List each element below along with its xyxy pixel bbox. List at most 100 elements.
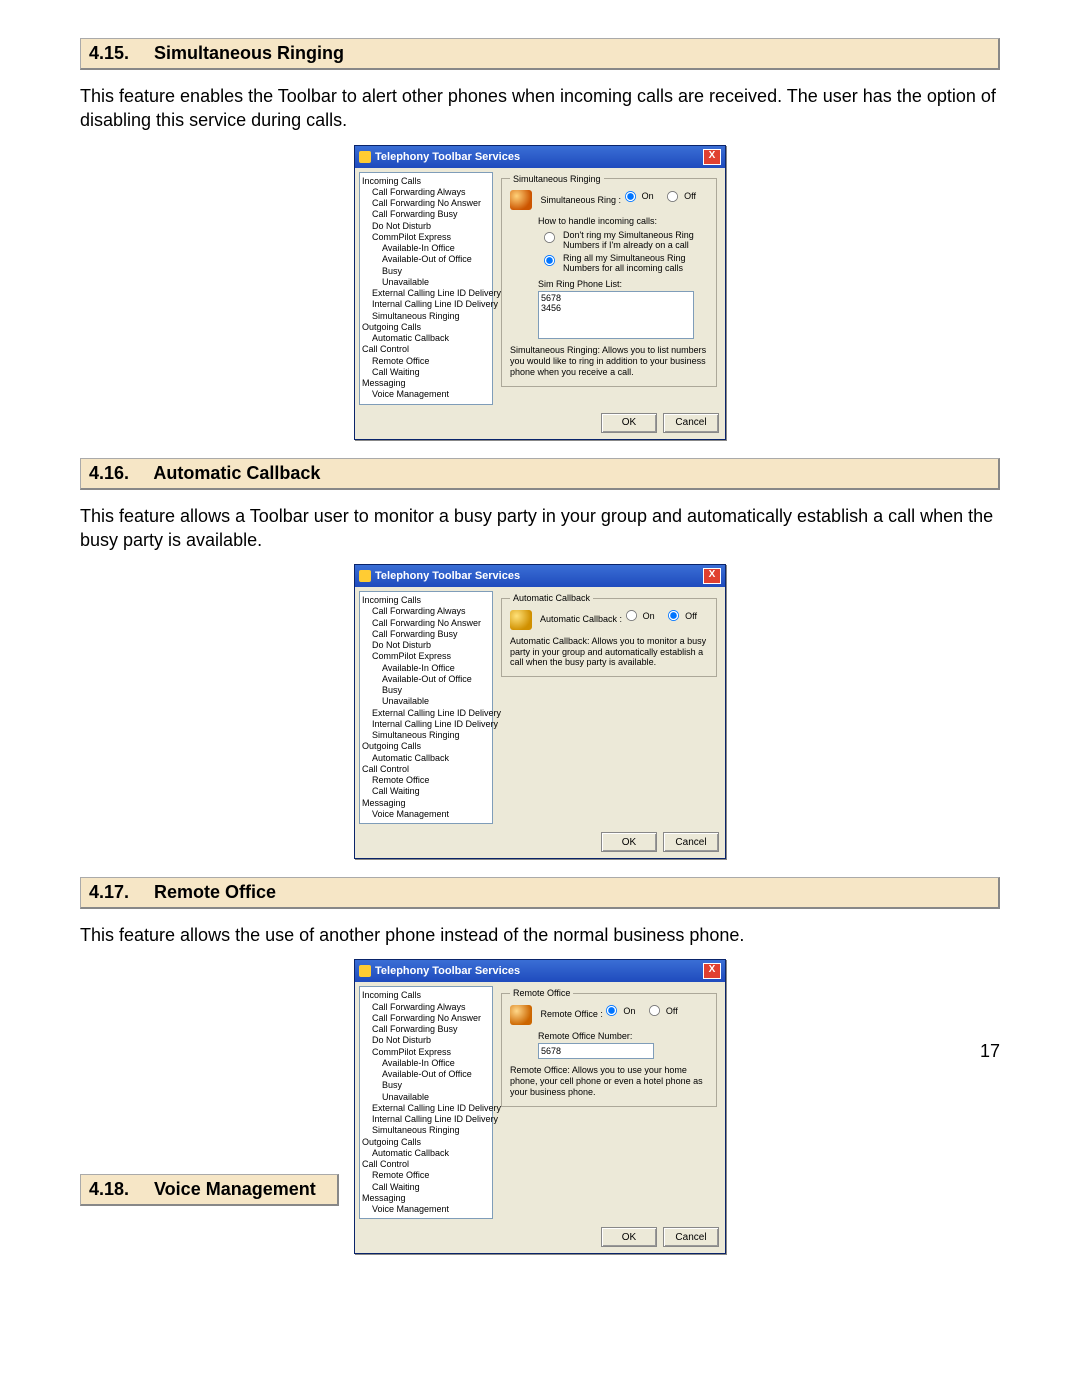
ok-button[interactable]: OK xyxy=(601,1227,657,1247)
ac-description: Automatic Callback: Allows you to monito… xyxy=(510,636,708,668)
tree-item[interactable]: Messaging xyxy=(362,378,490,389)
group-simultaneous-ringing: Simultaneous Ringing Simultaneous Ring :… xyxy=(501,174,717,387)
sr-on-radio[interactable] xyxy=(625,191,636,202)
cancel-button[interactable]: Cancel xyxy=(663,413,719,433)
tree-item[interactable]: Call Forwarding No Answer xyxy=(362,618,490,629)
tree-item[interactable]: Automatic Callback xyxy=(362,333,490,344)
tree-item[interactable]: Call Waiting xyxy=(362,367,490,378)
tree-item[interactable]: Call Forwarding No Answer xyxy=(362,198,490,209)
tree-item[interactable]: Messaging xyxy=(362,1193,490,1204)
tree-item[interactable]: Call Control xyxy=(362,764,490,775)
tree-item[interactable]: Call Forwarding Always xyxy=(362,606,490,617)
tree-item[interactable]: Do Not Disturb xyxy=(362,221,490,232)
tree-item[interactable]: Remote Office xyxy=(362,775,490,786)
tree-item[interactable]: External Calling Line ID Delivery xyxy=(362,1103,490,1114)
tree-item[interactable]: Unavailable xyxy=(362,696,490,707)
tree-item[interactable]: Incoming Calls xyxy=(362,176,490,187)
tree-item[interactable]: Internal Calling Line ID Delivery xyxy=(362,719,490,730)
ok-button[interactable]: OK xyxy=(601,832,657,852)
section-body-4-15: This feature enables the Toolbar to aler… xyxy=(80,84,1000,133)
ro-off-radio[interactable] xyxy=(649,1005,660,1016)
tree-item[interactable]: External Calling Line ID Delivery xyxy=(362,288,490,299)
group-legend: Simultaneous Ringing xyxy=(510,174,604,184)
ac-on-radio[interactable] xyxy=(626,610,637,621)
tree-item[interactable]: CommPilot Express xyxy=(362,651,490,662)
tree-item[interactable]: Simultaneous Ringing xyxy=(362,730,490,741)
tree-item[interactable]: Call Waiting xyxy=(362,786,490,797)
sr-opt1-radio[interactable] xyxy=(544,232,555,243)
tree-item[interactable]: Simultaneous Ringing xyxy=(362,1125,490,1136)
tree-item[interactable]: Call Forwarding Busy xyxy=(362,629,490,640)
tree-item[interactable]: Call Control xyxy=(362,1159,490,1170)
tree-item[interactable]: Unavailable xyxy=(362,277,490,288)
app-icon xyxy=(359,965,371,977)
tree-item[interactable]: Automatic Callback xyxy=(362,1148,490,1159)
tree-item[interactable]: Available-Out of Office xyxy=(362,1069,490,1080)
tree-item[interactable]: Unavailable xyxy=(362,1092,490,1103)
tree-item[interactable]: External Calling Line ID Delivery xyxy=(362,708,490,719)
tree-item[interactable]: Outgoing Calls xyxy=(362,322,490,333)
tree-item[interactable]: Call Forwarding No Answer xyxy=(362,1013,490,1024)
tree-item[interactable]: Call Control xyxy=(362,344,490,355)
tree-item[interactable]: CommPilot Express xyxy=(362,232,490,243)
dialog-automatic-callback: Telephony Toolbar Services X Incoming Ca… xyxy=(354,564,726,859)
tree-item[interactable]: Remote Office xyxy=(362,356,490,367)
tree-item[interactable]: Call Forwarding Busy xyxy=(362,1024,490,1035)
tree-item[interactable]: Do Not Disturb xyxy=(362,640,490,651)
tree-item[interactable]: Internal Calling Line ID Delivery xyxy=(362,1114,490,1125)
tree-item[interactable]: Available-In Office xyxy=(362,243,490,254)
tree-item[interactable]: Incoming Calls xyxy=(362,990,490,1001)
tree-item[interactable]: Call Forwarding Always xyxy=(362,1002,490,1013)
tree-item[interactable]: Available-In Office xyxy=(362,663,490,674)
tree-item[interactable]: Do Not Disturb xyxy=(362,1035,490,1046)
cancel-button[interactable]: Cancel xyxy=(663,832,719,852)
tree-item[interactable]: Simultaneous Ringing xyxy=(362,311,490,322)
sr-off-radio[interactable] xyxy=(667,191,678,202)
tree-item[interactable]: Incoming Calls xyxy=(362,595,490,606)
sr-opt2-radio[interactable] xyxy=(544,255,555,266)
simultaneous-ring-icon xyxy=(510,190,532,210)
app-icon xyxy=(359,570,371,582)
tree-item[interactable]: Outgoing Calls xyxy=(362,741,490,752)
sr-opt1-label: Don't ring my Simultaneous Ring Numbers … xyxy=(563,230,708,250)
services-tree[interactable]: Incoming Calls Call Forwarding Always Ca… xyxy=(359,591,493,824)
tree-item[interactable]: Outgoing Calls xyxy=(362,1137,490,1148)
tree-item[interactable]: Available-In Office xyxy=(362,1058,490,1069)
tree-item[interactable]: Available-Out of Office xyxy=(362,254,490,265)
section-heading-4-16: 4.16. Automatic Callback xyxy=(80,458,1000,490)
tree-item[interactable]: Internal Calling Line ID Delivery xyxy=(362,299,490,310)
ok-button[interactable]: OK xyxy=(601,413,657,433)
sr-sub-label: How to handle incoming calls: xyxy=(538,216,708,226)
tree-item[interactable]: Call Waiting xyxy=(362,1182,490,1193)
ro-on-radio[interactable] xyxy=(606,1005,617,1016)
ro-description: Remote Office: Allows you to use your ho… xyxy=(510,1065,708,1097)
close-icon[interactable]: X xyxy=(703,568,721,584)
on-label: On xyxy=(643,611,655,621)
off-label: Off xyxy=(684,191,696,201)
tree-item[interactable]: Available-Out of Office xyxy=(362,674,490,685)
tree-item[interactable]: Call Forwarding Always xyxy=(362,187,490,198)
tree-item[interactable]: Busy xyxy=(362,685,490,696)
section-number: 4.17. xyxy=(89,882,149,903)
tree-item[interactable]: Automatic Callback xyxy=(362,753,490,764)
tree-item[interactable]: Remote Office xyxy=(362,1170,490,1181)
tree-item[interactable]: Voice Management xyxy=(362,389,490,400)
close-icon[interactable]: X xyxy=(703,149,721,165)
tree-item[interactable]: Call Forwarding Busy xyxy=(362,209,490,220)
sr-label: Simultaneous Ring : xyxy=(541,195,622,205)
tree-item[interactable]: Busy xyxy=(362,266,490,277)
tree-item[interactable]: Voice Management xyxy=(362,809,490,820)
ac-off-radio[interactable] xyxy=(668,610,679,621)
tree-item[interactable]: Messaging xyxy=(362,798,490,809)
close-icon[interactable]: X xyxy=(703,963,721,979)
ro-number-input[interactable] xyxy=(538,1043,654,1059)
cancel-button[interactable]: Cancel xyxy=(663,1227,719,1247)
tree-item[interactable]: Busy xyxy=(362,1080,490,1091)
app-icon xyxy=(359,151,371,163)
tree-item[interactable]: CommPilot Express xyxy=(362,1047,490,1058)
page-number: 17 xyxy=(980,1041,1000,1062)
services-tree[interactable]: Incoming Calls Call Forwarding Always Ca… xyxy=(359,172,493,405)
tree-item[interactable]: Voice Management xyxy=(362,1204,490,1215)
sr-phone-list[interactable] xyxy=(538,291,694,339)
services-tree[interactable]: Incoming Calls Call Forwarding Always Ca… xyxy=(359,986,493,1219)
